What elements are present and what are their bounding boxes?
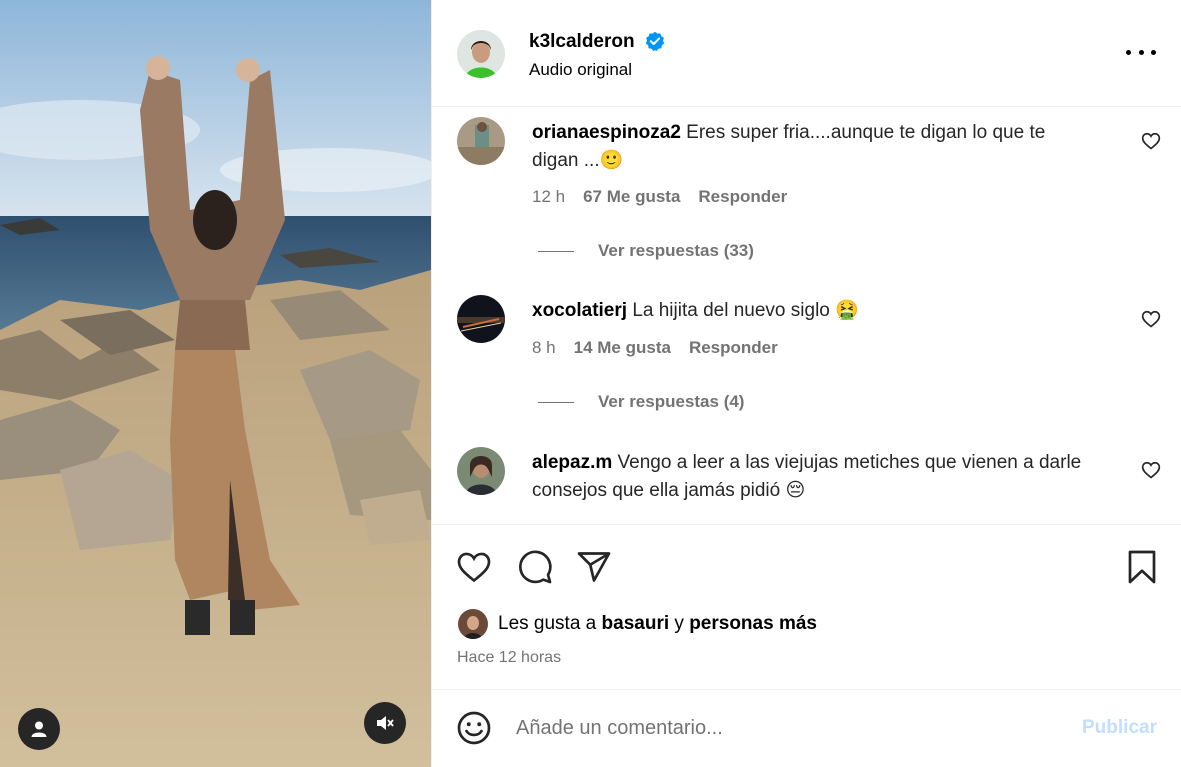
post-header: k3lcalderon Audio original bbox=[432, 0, 1181, 107]
mute-button[interactable] bbox=[364, 702, 406, 744]
post-actions: Les gusta a basauri y personas más Hace … bbox=[432, 524, 1181, 690]
more-options-button[interactable] bbox=[1126, 42, 1156, 62]
heart-icon[interactable] bbox=[456, 549, 492, 585]
reply-button[interactable]: Responder bbox=[689, 338, 778, 358]
other-likers-link[interactable]: personas más bbox=[689, 613, 817, 635]
comment-body: xocolatierj La hijita del nuevo siglo 🤮 bbox=[532, 297, 1097, 325]
person-icon bbox=[31, 721, 47, 737]
comment-likes[interactable]: 14 Me gusta bbox=[574, 338, 671, 358]
audio-link[interactable]: Audio original bbox=[529, 60, 632, 80]
user-tags-button[interactable] bbox=[18, 708, 60, 750]
speaker-muted-icon bbox=[377, 716, 394, 730]
dot-icon bbox=[1138, 49, 1144, 55]
comment-time[interactable]: 8 h bbox=[532, 338, 556, 358]
emoji-icon[interactable] bbox=[456, 710, 492, 746]
comment-meta: 8 h 14 Me gusta Responder bbox=[532, 338, 778, 358]
dot-icon bbox=[1151, 49, 1156, 55]
comment-username[interactable]: alepaz.m bbox=[532, 452, 612, 473]
avatar-image bbox=[457, 30, 505, 78]
like-heart-icon[interactable] bbox=[1141, 131, 1161, 151]
comment-time[interactable]: 12 h bbox=[532, 187, 565, 207]
avatar-image bbox=[457, 295, 505, 343]
view-replies-button[interactable]: Ver respuestas (4) bbox=[538, 392, 744, 412]
share-paper-plane-icon[interactable] bbox=[576, 549, 612, 585]
dot-icon bbox=[1126, 49, 1131, 55]
view-replies-label: Ver respuestas (33) bbox=[598, 241, 754, 260]
post-media[interactable] bbox=[0, 0, 431, 767]
author-avatar[interactable] bbox=[457, 30, 505, 78]
comment-input[interactable] bbox=[516, 712, 1056, 744]
author-username[interactable]: k3lcalderon bbox=[529, 31, 635, 53]
commenter-avatar[interactable] bbox=[457, 295, 505, 343]
commenter-avatar[interactable] bbox=[457, 117, 505, 165]
liker-avatar[interactable] bbox=[458, 609, 488, 639]
comment-username[interactable]: orianaespinoza2 bbox=[532, 122, 681, 143]
comments-list[interactable]: orianaespinoza2 Eres super fria....aunqu… bbox=[432, 107, 1181, 524]
avatar-image bbox=[458, 609, 488, 639]
like-heart-icon[interactable] bbox=[1141, 309, 1161, 329]
like-heart-icon[interactable] bbox=[1141, 460, 1161, 480]
liker-username[interactable]: basauri bbox=[602, 613, 670, 635]
post-details-panel: k3lcalderon Audio original orianaespinoz… bbox=[431, 0, 1181, 767]
view-replies-button[interactable]: Ver respuestas (33) bbox=[538, 241, 754, 261]
comment-likes[interactable]: 67 Me gusta bbox=[583, 187, 680, 207]
publish-button[interactable]: Publicar bbox=[1082, 717, 1157, 739]
commenter-avatar[interactable] bbox=[457, 447, 505, 495]
reply-button[interactable]: Responder bbox=[698, 187, 787, 207]
post-timestamp[interactable]: Hace 12 horas bbox=[457, 649, 561, 667]
comment-body: alepaz.m Vengo a leer a las viejujas met… bbox=[532, 449, 1097, 505]
divider-line bbox=[538, 250, 574, 252]
comment-bubble-icon[interactable] bbox=[517, 549, 553, 585]
likes-summary: Les gusta a basauri y personas más bbox=[458, 609, 817, 639]
view-replies-label: Ver respuestas (4) bbox=[598, 392, 745, 411]
add-comment-bar: Publicar bbox=[432, 690, 1181, 767]
avatar-image bbox=[457, 117, 505, 165]
bookmark-icon[interactable] bbox=[1124, 549, 1160, 585]
avatar-image bbox=[457, 447, 505, 495]
video-frame bbox=[0, 0, 431, 767]
likes-connector: y bbox=[674, 613, 684, 634]
comment-text: Vengo a leer a las viejujas metiches que… bbox=[532, 452, 1082, 501]
comment-text: La hijita del nuevo siglo 🤮 bbox=[632, 300, 859, 321]
verified-badge-icon bbox=[645, 31, 665, 51]
divider-line bbox=[538, 401, 574, 403]
likes-prefix: Les gusta a bbox=[498, 613, 597, 634]
comment-meta: 12 h 67 Me gusta Responder bbox=[532, 187, 787, 207]
comment-username[interactable]: xocolatierj bbox=[532, 300, 627, 321]
comment-body: orianaespinoza2 Eres super fria....aunqu… bbox=[532, 119, 1097, 175]
